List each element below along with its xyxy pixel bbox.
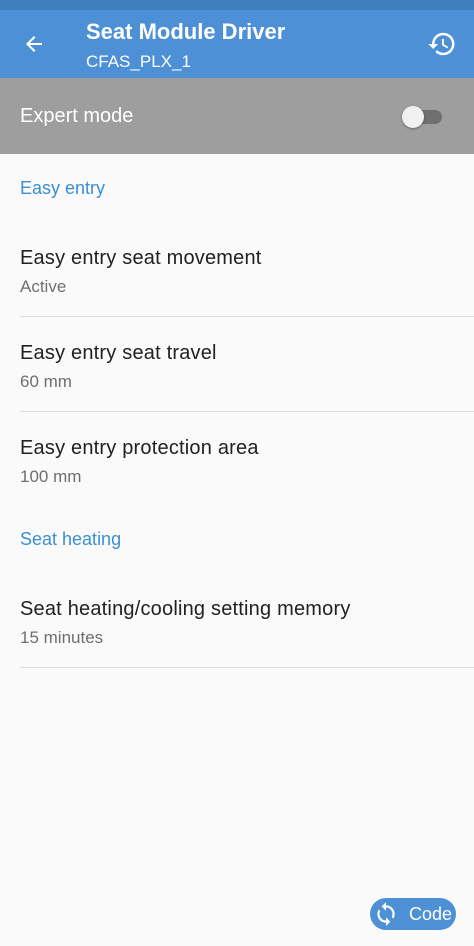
code-button-label: Code <box>409 903 453 924</box>
toggle-knob <box>402 106 424 128</box>
setting-easy-entry-seat-travel[interactable]: Easy entry seat travel 60 mm <box>0 316 474 411</box>
setting-value: 60 mm <box>20 372 72 391</box>
section-header-easy-entry: Easy entry <box>20 178 106 198</box>
history-button[interactable] <box>422 24 462 64</box>
expert-mode-bar: Expert mode <box>0 78 474 154</box>
page-title: Seat Module Driver <box>86 19 286 44</box>
setting-seat-heating-memory[interactable]: Seat heating/cooling setting memory 15 m… <box>0 572 474 667</box>
divider <box>20 667 474 668</box>
sync-icon <box>372 900 400 928</box>
arrow-left-icon <box>26 36 42 52</box>
app-bar: Seat Module Driver CFAS_PLX_1 <box>0 10 474 78</box>
setting-title: Easy entry seat movement <box>20 247 262 269</box>
back-button[interactable] <box>16 26 52 62</box>
status-bar <box>0 0 474 10</box>
expert-mode-label: Expert mode <box>20 105 134 127</box>
setting-value: 100 mm <box>20 467 82 486</box>
screen: Seat Module Driver CFAS_PLX_1 Expert mod… <box>0 0 474 946</box>
setting-easy-entry-seat-movement[interactable]: Easy entry seat movement Active <box>0 221 474 316</box>
setting-value: Active <box>20 277 67 296</box>
page-subtitle: CFAS_PLX_1 <box>86 52 191 71</box>
code-button[interactable]: Code <box>370 898 456 930</box>
setting-title: Seat heating/cooling setting memory <box>20 598 351 620</box>
expert-mode-toggle[interactable] <box>402 105 444 129</box>
setting-title: Easy entry protection area <box>20 437 259 459</box>
history-icon <box>428 32 455 56</box>
setting-easy-entry-protection-area[interactable]: Easy entry protection area 100 mm <box>0 411 474 506</box>
setting-title: Easy entry seat travel <box>20 342 217 364</box>
setting-value: 15 minutes <box>20 628 104 647</box>
section-header-seat-heating: Seat heating <box>20 529 122 549</box>
